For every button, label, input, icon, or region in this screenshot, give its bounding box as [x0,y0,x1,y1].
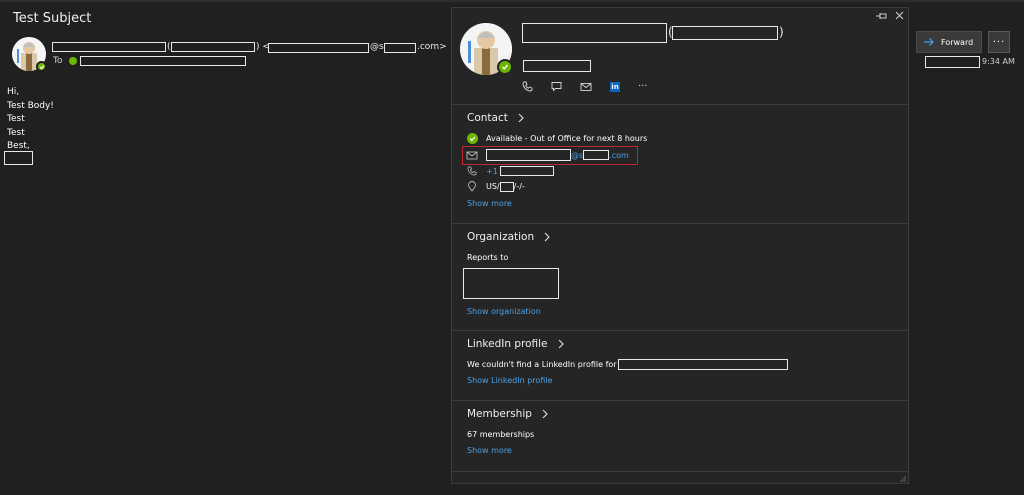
card-window-controls [875,11,904,20]
recipient-redacted[interactable] [80,56,246,66]
chat-icon[interactable] [551,81,562,92]
forward-arrow-icon [923,37,935,47]
sender-email-at: @s [370,42,384,52]
linkedin-name-redacted [617,359,788,370]
signature-redacted [4,151,33,165]
contact-presence-icon [497,59,513,75]
membership-count: 67 memberships [467,430,535,439]
mail-icon[interactable] [580,82,592,92]
top-border [0,0,1024,2]
sender-name-redacted [52,42,166,52]
body-line: Test [7,127,25,138]
chevron-right-icon [542,409,548,419]
email-row[interactable]: @s .com [466,149,629,161]
linkedin-message: We couldn't find a LinkedIn profile for [467,360,617,369]
location-city-redacted [499,181,514,192]
contact-paren-close: ) [779,25,784,39]
chevron-right-icon [558,339,564,349]
mail-icon [466,151,478,160]
contact-section-header[interactable]: Contact [467,112,524,124]
body-line: Test [7,114,25,124]
available-icon [466,133,478,144]
email-domain-redacted [583,150,610,160]
resize-grip-icon[interactable] [900,475,906,482]
reports-to-label: Reports to [467,253,509,262]
location-pin-icon [466,181,478,192]
contact-show-more-link[interactable]: Show more [467,199,512,208]
sender-alias-redacted [171,42,255,52]
forward-label: Forward [941,37,974,47]
phone-icon[interactable] [522,81,533,92]
date-redacted [925,56,980,68]
linkedin-section-title: LinkedIn profile [467,338,548,350]
body-line: Test Body! [7,100,54,111]
chevron-right-icon [544,232,550,242]
pin-icon[interactable] [875,12,887,20]
phone-prefix[interactable]: +1 [486,167,498,176]
sender-email-suffix: .com> [417,42,447,52]
phone-icon [466,166,478,176]
more-icon: ··· [992,36,1006,48]
email-subject: Test Subject [13,11,92,26]
location-suffix: /-/- [513,182,525,191]
contact-actions: in ··· [522,81,648,92]
sender-domain-redacted [384,43,416,53]
phone-number-redacted [499,166,554,176]
organization-section-title: Organization [467,231,535,243]
email-time: 9:34 AM [982,57,1015,66]
contact-name-redacted [522,23,667,43]
show-organization-link[interactable]: Show organization [467,307,541,316]
sender-presence-icon [36,61,47,72]
sender-paren-open: ( [167,42,171,52]
divider [452,223,908,224]
contact-section-title: Contact [467,112,508,124]
email-suffix[interactable]: .com [609,151,629,160]
show-linkedin-link[interactable]: Show LinkedIn profile [467,376,552,385]
close-icon[interactable] [895,11,904,20]
phone-row[interactable]: +1 [466,166,554,176]
chevron-right-icon [518,113,524,123]
divider [452,400,908,401]
presence-status-text: Available - Out of Office for next 8 hou… [486,134,648,143]
location-prefix: US/ [486,182,500,191]
recipient-presence-icon [69,57,77,65]
linkedin-message-row: We couldn't find a LinkedIn profile for [467,359,788,370]
more-actions-button[interactable]: ··· [988,31,1010,53]
location-row: US/ /-/- [466,181,525,192]
sender-email-redacted [268,43,369,53]
email-body: Hi, Test Body! Test Test Best, [7,86,54,154]
contact-alias-redacted [672,26,778,40]
contact-title-redacted [523,60,591,72]
presence-row: Available - Out of Office for next 8 hou… [466,133,647,144]
linkedin-icon[interactable]: in [610,81,620,92]
membership-section-header[interactable]: Membership [467,408,548,420]
organization-section-header[interactable]: Organization [467,231,550,243]
divider [452,471,908,472]
body-line: Hi, [7,87,20,97]
email-at[interactable]: @s [571,151,583,160]
forward-button[interactable]: Forward [916,31,982,53]
linkedin-section-header[interactable]: LinkedIn profile [467,338,564,350]
divider [452,330,908,331]
more-icon[interactable]: ··· [638,81,648,92]
manager-card-redacted[interactable] [463,268,559,299]
divider [452,104,908,105]
contact-card: ( ) in ··· Contact Available - Out of Of… [451,7,909,484]
membership-section-title: Membership [467,408,532,420]
to-label: To [53,56,63,66]
email-local-redacted [486,149,571,161]
membership-show-more-link[interactable]: Show more [467,446,512,455]
